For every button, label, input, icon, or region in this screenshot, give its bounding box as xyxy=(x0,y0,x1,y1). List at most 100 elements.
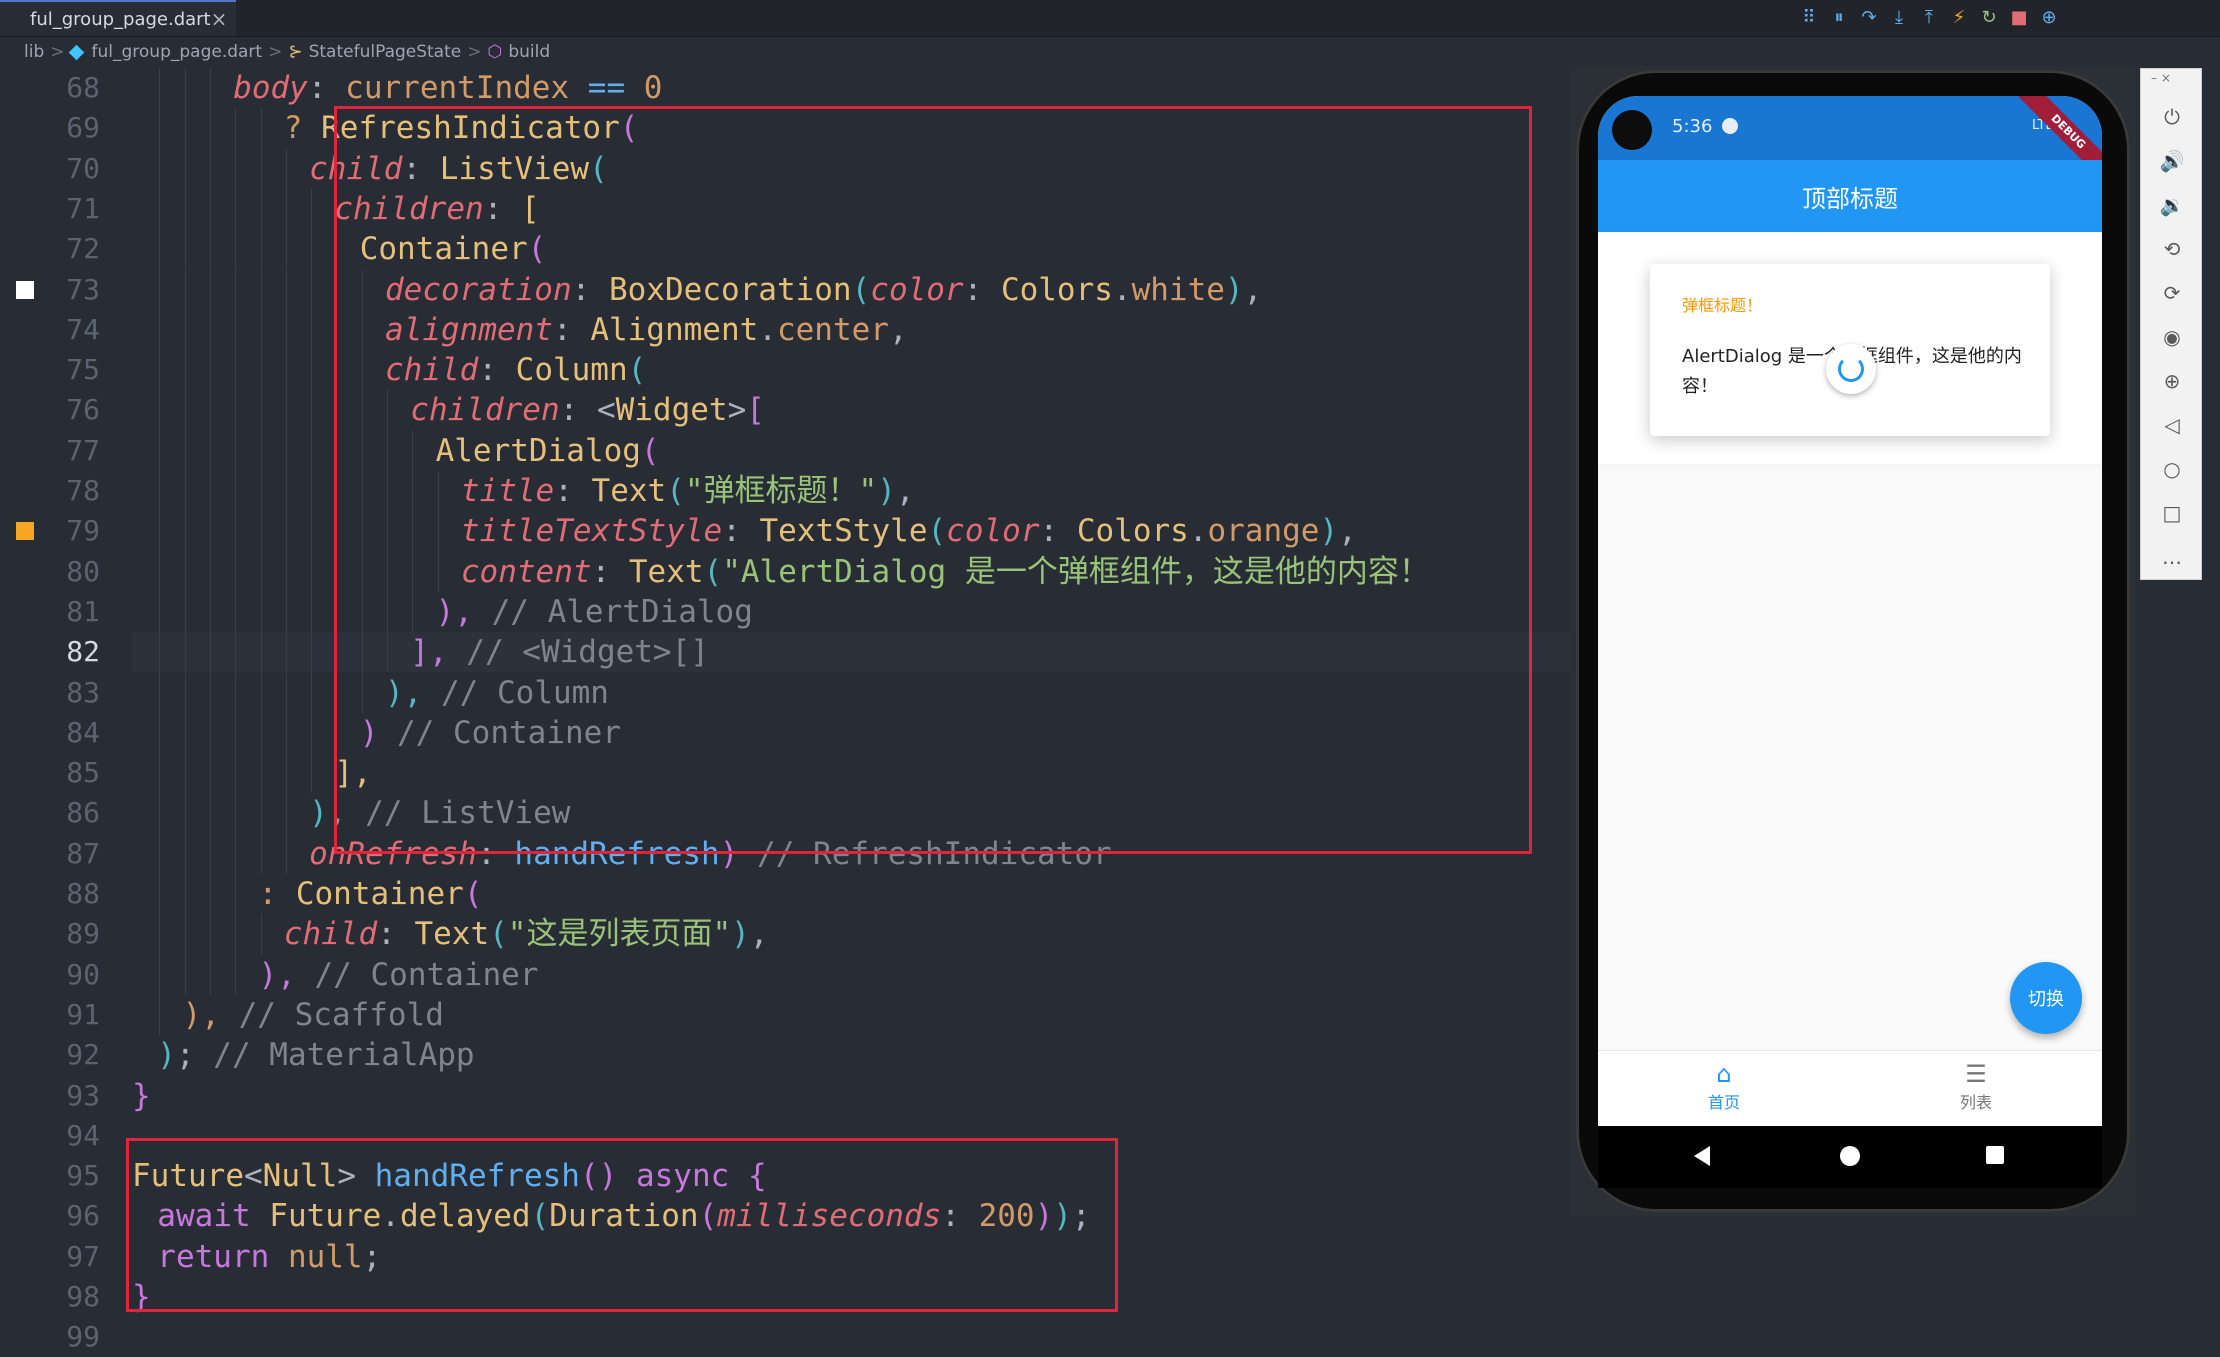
code-token: 0 xyxy=(643,70,663,106)
window-controls[interactable]: – × xyxy=(2151,71,2171,85)
power-icon[interactable]: ⏻ xyxy=(2141,105,2203,129)
line-number: 69 xyxy=(66,111,100,145)
line-number: 95 xyxy=(66,1159,100,1193)
nav-item-home[interactable]: ⌂ 首页 xyxy=(1598,1059,1850,1113)
dart-file-icon xyxy=(13,14,23,24)
indent-guide xyxy=(184,309,186,351)
indent-guide xyxy=(184,793,186,834)
line-number: 90 xyxy=(66,957,100,991)
indent-guide xyxy=(260,914,262,955)
code-token: ) xyxy=(731,916,750,953)
code-token: ), xyxy=(258,956,315,993)
breadcrumb-method[interactable]: build xyxy=(508,42,550,62)
nav-item-list[interactable]: ☰ 列表 xyxy=(1850,1059,2102,1113)
dart-file-icon xyxy=(68,44,84,60)
line-number: 74 xyxy=(66,312,100,346)
indent-guide xyxy=(235,672,237,713)
indent-guide xyxy=(235,188,237,230)
method-icon: ⬡ xyxy=(487,42,503,62)
gutter-marker[interactable] xyxy=(16,280,34,299)
line-number: 75 xyxy=(66,353,100,387)
indent-guide xyxy=(235,309,237,351)
line-number: 98 xyxy=(66,1280,100,1313)
debug-toolbar: ⠿ ⏸ ↷ ⤓ ⤒ ⚡ ↻ ■ ⊕ xyxy=(1790,2,2070,32)
zoom-icon[interactable]: ⊕ xyxy=(2141,369,2203,393)
overview-icon[interactable] xyxy=(1986,1146,2004,1164)
step-into-icon[interactable]: ⤓ xyxy=(1888,7,1910,28)
hot-reload-icon[interactable]: ⚡ xyxy=(1948,7,1970,28)
code-token: : xyxy=(307,70,346,106)
code-line[interactable]: child: Text("这是列表页面"), xyxy=(284,914,769,954)
indent-guide xyxy=(159,914,161,955)
indent-guide xyxy=(311,229,313,270)
inspect-icon[interactable]: ⊕ xyxy=(2038,7,2060,28)
step-out-icon[interactable]: ⤒ xyxy=(1918,7,1940,28)
code-line[interactable]: ), // Container xyxy=(259,955,539,995)
indent-guide xyxy=(311,712,313,754)
indent-guide xyxy=(260,833,262,874)
back-icon[interactable] xyxy=(1694,1146,1710,1166)
home-icon[interactable] xyxy=(1840,1146,1860,1166)
line-number: 91 xyxy=(66,997,100,1031)
rotate-right-icon[interactable]: ⟳ xyxy=(2141,281,2203,305)
indent-guide xyxy=(235,430,237,471)
breadcrumb-separator: > xyxy=(467,42,482,62)
code-line[interactable]: } xyxy=(132,1076,151,1116)
stop-icon[interactable]: ■ xyxy=(2008,7,2030,28)
code-token: "这是列表页面" xyxy=(507,916,732,953)
volume-up-icon[interactable]: 🔊 xyxy=(2141,149,2203,173)
code-line[interactable]: body: currentIndex == 0 xyxy=(233,68,662,108)
close-icon[interactable]: × xyxy=(211,7,228,31)
rotate-left-icon[interactable]: ⟲ xyxy=(2141,237,2203,261)
code-line[interactable]: ), // Scaffold xyxy=(183,995,444,1035)
line-number: 83 xyxy=(66,675,100,709)
indent-guide xyxy=(260,229,262,270)
nav-label: 首页 xyxy=(1707,1093,1740,1112)
volume-down-icon[interactable]: 🔉 xyxy=(2141,193,2203,217)
code-token: == xyxy=(569,70,644,106)
line-number: 88 xyxy=(66,877,100,910)
pause-icon[interactable]: ⏸ xyxy=(1828,7,1850,28)
line-number: 84 xyxy=(66,715,100,749)
drag-handle-icon[interactable]: ⠿ xyxy=(1798,7,1820,28)
camera-icon[interactable]: ◉ xyxy=(2141,325,2203,349)
indent-guide xyxy=(235,229,237,270)
indent-guide xyxy=(311,188,313,230)
switch-fab-button[interactable]: 切换 xyxy=(2010,962,2082,1034)
indent-guide xyxy=(260,108,262,149)
indent-guide xyxy=(260,309,262,351)
indent-guide xyxy=(159,874,161,915)
restart-icon[interactable]: ↻ xyxy=(1978,7,2000,28)
code-line[interactable]: ); // MaterialApp xyxy=(157,1035,474,1075)
breadcrumb-lib[interactable]: lib xyxy=(24,42,44,62)
indent-guide xyxy=(311,471,313,512)
indent-guide xyxy=(159,712,161,754)
indent-guide xyxy=(260,269,262,310)
gutter-marker[interactable] xyxy=(16,522,34,541)
indent-guide xyxy=(311,632,313,673)
indent-guide xyxy=(235,350,237,391)
indent-guide xyxy=(311,551,313,592)
indent-guide xyxy=(285,753,287,794)
indent-guide xyxy=(159,994,161,1036)
tab-file[interactable]: ful_group_page.dart × xyxy=(0,0,236,36)
overview-icon[interactable]: □ xyxy=(2141,501,2203,525)
indent-guide xyxy=(209,632,211,673)
indent-guide xyxy=(235,914,237,955)
breadcrumb-class[interactable]: StatefulPageState xyxy=(309,42,462,62)
more-icon[interactable]: … xyxy=(2141,545,2203,569)
indent-guide xyxy=(159,229,161,270)
breadcrumb: lib > ful_group_page.dart > ⊱ StatefulPa… xyxy=(0,37,1594,67)
back-icon[interactable]: ◁ xyxy=(2141,413,2203,437)
breadcrumb-file[interactable]: ful_group_page.dart xyxy=(92,42,263,62)
indent-guide xyxy=(285,591,287,633)
indent-guide xyxy=(209,390,211,431)
home-icon[interactable]: ○ xyxy=(2141,457,2203,481)
code-token: // Container xyxy=(314,956,539,993)
indent-guide xyxy=(209,914,211,955)
indent-guide xyxy=(260,390,262,431)
step-over-icon[interactable]: ↷ xyxy=(1858,7,1880,28)
app-bar-title: 顶部标题 xyxy=(1598,160,2102,232)
indent-guide xyxy=(209,108,211,149)
code-line[interactable]: : Container( xyxy=(259,874,483,914)
